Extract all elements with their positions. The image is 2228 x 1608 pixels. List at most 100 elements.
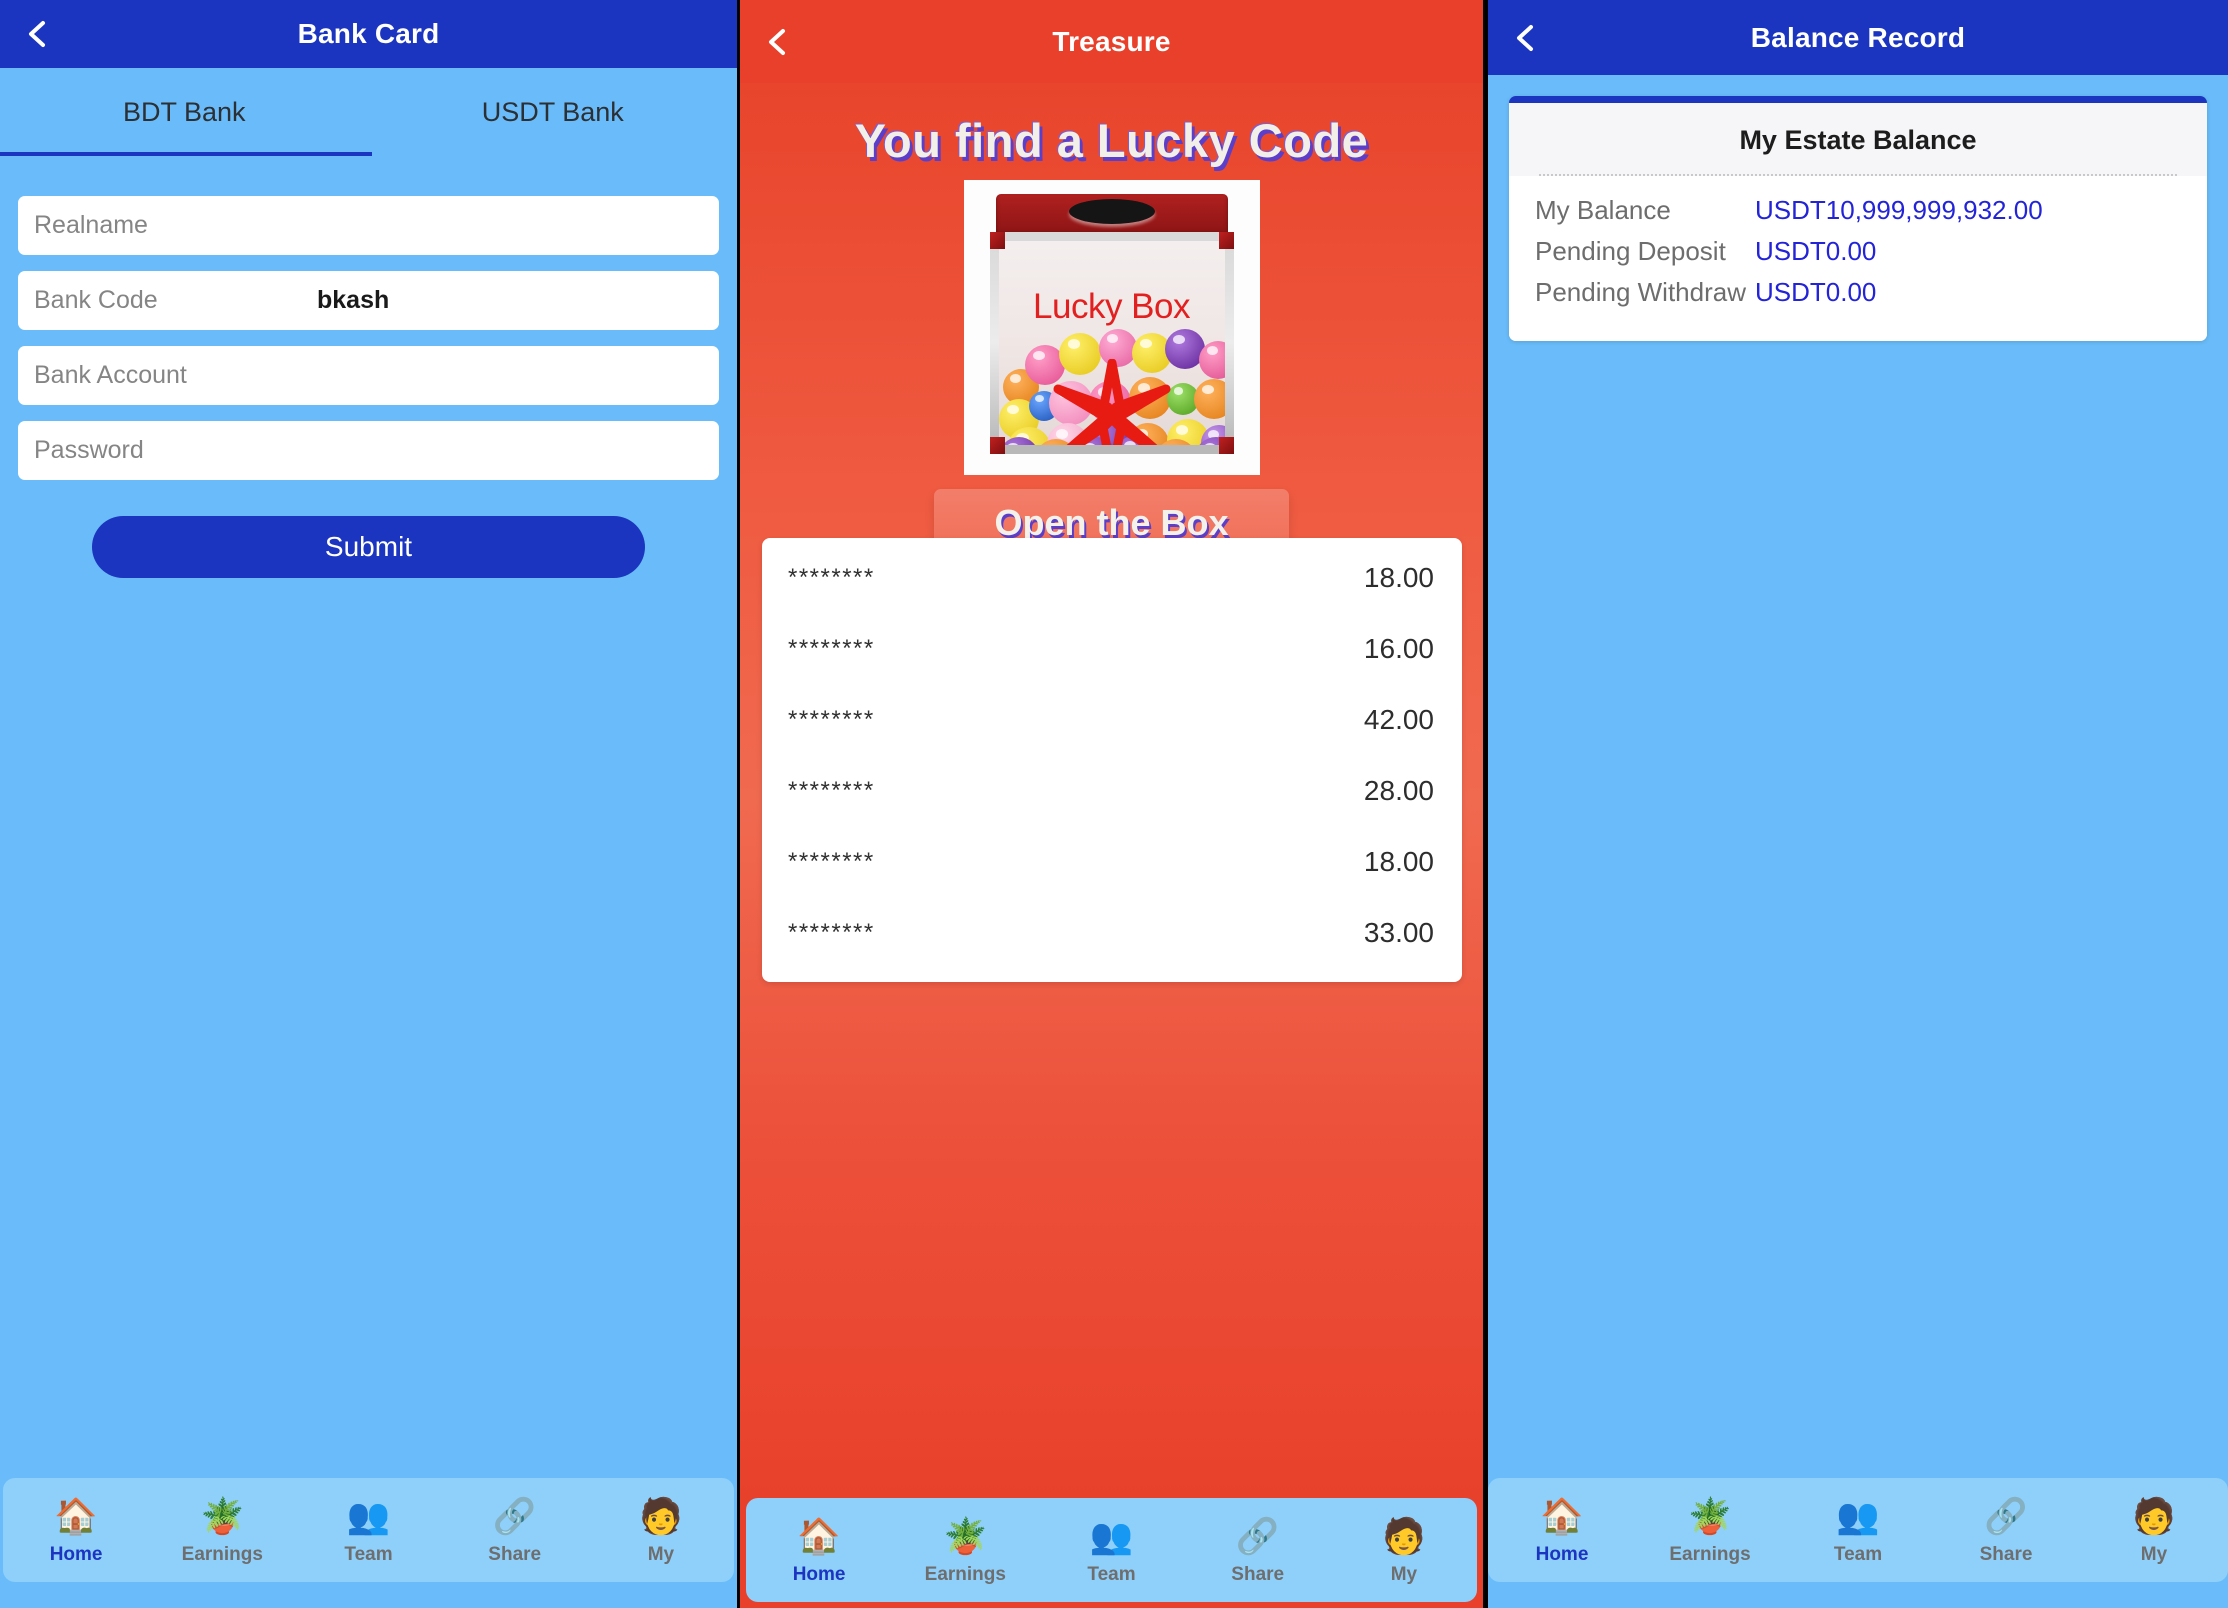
house-icon: 🏠 bbox=[797, 1516, 841, 1556]
bank-type-tabs: BDT Bank USDT Bank bbox=[0, 68, 737, 156]
nav-item-earnings[interactable]: 🪴 Earnings bbox=[892, 1512, 1038, 1592]
bank-card-header: Bank Card bbox=[0, 0, 737, 68]
nav-label-team: Team bbox=[1087, 1563, 1136, 1585]
nav-item-home[interactable]: 🏠 Home bbox=[3, 1492, 149, 1572]
balance-record-header: Balance Record bbox=[1488, 0, 2228, 75]
code-mask: ******** bbox=[788, 634, 875, 662]
chevron-left-icon bbox=[1512, 23, 1538, 53]
tab-bdt-bank[interactable]: BDT Bank bbox=[0, 97, 369, 128]
nav-item-share[interactable]: 🔗 Share bbox=[1185, 1512, 1331, 1592]
password-placeholder: Password bbox=[34, 436, 144, 464]
nav-label-my: My bbox=[2140, 1543, 2168, 1565]
nav-label-my: My bbox=[1390, 1563, 1418, 1585]
lucky-box-frame: Lucky Box bbox=[989, 232, 1234, 454]
code-amount: 18.00 bbox=[1363, 561, 1434, 593]
nav-label-share: Share bbox=[1979, 1543, 2033, 1565]
nav-item-team[interactable]: 👥 Team bbox=[295, 1492, 441, 1572]
nav-label-earnings: Earnings bbox=[181, 1543, 263, 1565]
people-group-icon: 👥 bbox=[1836, 1496, 1880, 1536]
box-corner bbox=[1218, 437, 1234, 454]
code-amount: 18.00 bbox=[1363, 845, 1434, 877]
password-field[interactable]: Password bbox=[18, 421, 719, 480]
list-item[interactable]: ******** 18.00 bbox=[762, 542, 1462, 613]
nav-item-my[interactable]: 🧑 My bbox=[588, 1492, 734, 1572]
lucky-box-lid bbox=[995, 194, 1228, 236]
back-button[interactable] bbox=[1510, 23, 1540, 53]
nav-item-team[interactable]: 👥 Team bbox=[1038, 1512, 1184, 1592]
chevron-left-icon bbox=[764, 27, 790, 57]
list-item[interactable]: ******** 33.00 bbox=[762, 897, 1462, 968]
nav-label-earnings: Earnings bbox=[1669, 1543, 1751, 1565]
back-button[interactable] bbox=[22, 19, 52, 49]
nav-item-share[interactable]: 🔗 Share bbox=[442, 1492, 588, 1572]
balance-record-screen: Balance Record My Estate Balance My Bala… bbox=[1488, 0, 2228, 1608]
code-mask: ******** bbox=[788, 705, 875, 733]
house-icon: 🏠 bbox=[1540, 1496, 1584, 1536]
code-amount: 42.00 bbox=[1363, 703, 1434, 735]
nav-item-home[interactable]: 🏠 Home bbox=[1488, 1492, 1636, 1572]
realname-field[interactable]: Realname bbox=[18, 196, 719, 255]
nav-label-team: Team bbox=[1833, 1543, 1883, 1565]
bank-code-field[interactable]: Bank Code bkash bbox=[18, 271, 719, 330]
page-title: Balance Record bbox=[1750, 21, 1966, 53]
user-avatar-icon: 🧑 bbox=[639, 1496, 683, 1536]
money-plant-icon: 🪴 bbox=[943, 1516, 988, 1556]
bank-code-value: bkash bbox=[317, 286, 390, 314]
nav-label-my: My bbox=[647, 1543, 675, 1565]
money-plant-icon: 🪴 bbox=[200, 1496, 245, 1536]
code-mask: ******** bbox=[788, 776, 875, 804]
code-amount: 16.00 bbox=[1363, 632, 1434, 664]
house-icon: 🏠 bbox=[54, 1496, 98, 1536]
three-panel-screenshot: Bank Card BDT Bank USDT Bank Realname Ba… bbox=[0, 0, 2228, 1608]
nav-item-home[interactable]: 🏠 Home bbox=[746, 1512, 892, 1592]
bank-account-field[interactable]: Bank Account bbox=[18, 346, 719, 405]
bottom-navigation: 🏠 Home 🪴 Earnings 👥 Team 🔗 Share 🧑 My bbox=[1488, 1478, 2228, 1582]
row-value: USDT0.00 bbox=[1755, 277, 1877, 307]
nav-label-team: Team bbox=[344, 1543, 393, 1565]
nav-label-home: Home bbox=[49, 1543, 103, 1565]
people-group-icon: 👥 bbox=[346, 1496, 391, 1536]
box-corner bbox=[989, 437, 1005, 454]
share-node-icon: 🔗 bbox=[1984, 1496, 2028, 1536]
people-group-icon: 👥 bbox=[1089, 1516, 1134, 1556]
lucky-box-slot bbox=[1068, 199, 1155, 224]
row-value: USDT10,999,999,932.00 bbox=[1755, 195, 2043, 225]
user-avatar-icon: 🧑 bbox=[1382, 1516, 1426, 1556]
code-mask: ******** bbox=[788, 918, 875, 946]
red-star-icon bbox=[1052, 358, 1172, 445]
lucky-box-image: Lucky Box bbox=[963, 180, 1260, 475]
row-value: USDT0.00 bbox=[1755, 236, 1877, 266]
list-item[interactable]: ******** 28.00 bbox=[762, 755, 1462, 826]
code-amount: 33.00 bbox=[1363, 916, 1434, 948]
money-plant-icon: 🪴 bbox=[1688, 1496, 1732, 1536]
nav-item-my[interactable]: 🧑 My bbox=[2080, 1492, 2228, 1572]
page-title: Bank Card bbox=[297, 18, 440, 49]
lucky-code-heading: You find a Lucky Code bbox=[854, 114, 1369, 167]
user-avatar-icon: 🧑 bbox=[2132, 1496, 2176, 1536]
nav-item-earnings[interactable]: 🪴 Earnings bbox=[149, 1492, 295, 1572]
share-node-icon: 🔗 bbox=[1235, 1516, 1280, 1556]
nav-item-share[interactable]: 🔗 Share bbox=[1932, 1492, 2080, 1572]
nav-item-my[interactable]: 🧑 My bbox=[1331, 1512, 1477, 1592]
nav-label-home: Home bbox=[1535, 1543, 1589, 1565]
row-label: Pending Withdraw bbox=[1535, 277, 1746, 307]
nav-label-share: Share bbox=[1231, 1563, 1285, 1585]
box-corner bbox=[989, 232, 1005, 249]
bottom-navigation: 🏠 Home 🪴 Earnings 👥 Team 🔗 Share 🧑 My bbox=[3, 1478, 734, 1582]
list-item[interactable]: ******** 16.00 bbox=[762, 613, 1462, 684]
list-item[interactable]: ******** 18.00 bbox=[762, 826, 1462, 897]
nav-item-earnings[interactable]: 🪴 Earnings bbox=[1636, 1492, 1784, 1572]
list-item[interactable]: ******** 42.00 bbox=[762, 684, 1462, 755]
realname-placeholder: Realname bbox=[34, 211, 148, 239]
balance-rows: My Balance USDT10,999,999,932.00 Pending… bbox=[1509, 176, 2207, 341]
submit-button[interactable]: Submit bbox=[92, 516, 645, 578]
tab-usdt-bank[interactable]: USDT Bank bbox=[369, 97, 738, 128]
chevron-left-icon bbox=[24, 19, 50, 49]
nav-label-earnings: Earnings bbox=[924, 1563, 1006, 1585]
nav-item-team[interactable]: 👥 Team bbox=[1784, 1492, 1932, 1572]
active-tab-underline bbox=[0, 152, 372, 156]
back-button[interactable] bbox=[762, 27, 792, 57]
page-title: Treasure bbox=[1052, 25, 1171, 57]
row-label: Pending Deposit bbox=[1535, 236, 1726, 266]
nav-label-home: Home bbox=[792, 1563, 846, 1585]
